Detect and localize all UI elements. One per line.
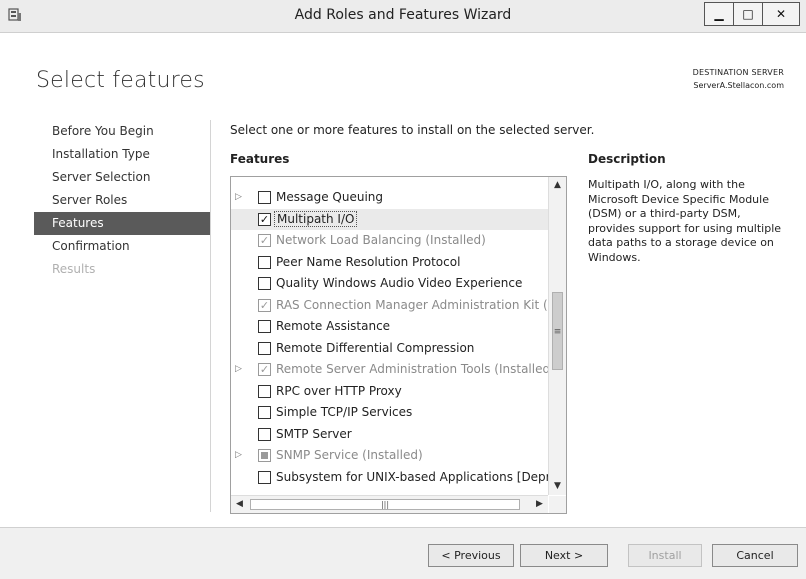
feature-row[interactable]: Subsystem for UNIX-based Applications [D… (231, 467, 548, 489)
features-list[interactable]: ▷ Message Queuing ✓ Multipath I/O ✓ Network L… (230, 176, 567, 514)
title-bar: Add Roles and Features Wizard ▁ □ ✕ (0, 0, 806, 33)
vertical-scrollbar[interactable]: ▲ ≡ ▼ (548, 177, 566, 495)
feature-row[interactable]: Quality Windows Audio Video Experience (231, 273, 548, 295)
feature-row[interactable]: SMTP Server (231, 424, 548, 446)
vertical-scroll-thumb[interactable]: ≡ (552, 292, 563, 370)
feature-label: Network Load Balancing (Installed) (276, 233, 486, 247)
feature-row[interactable]: Remote Assistance (231, 316, 548, 338)
feature-row[interactable]: ▷ SNMP Service (Installed) (231, 445, 548, 467)
window-title: Add Roles and Features Wizard (294, 7, 512, 23)
expand-arrow-icon[interactable]: ▷ (235, 450, 244, 460)
nav-step-server-selection[interactable]: Server Selection (34, 166, 210, 189)
feature-checkbox[interactable]: ✓ (258, 363, 271, 376)
feature-checkbox[interactable] (258, 427, 271, 441)
feature-row[interactable]: ✓ Multipath I/O (231, 208, 548, 230)
feature-row[interactable]: ▷ ✓ Remote Server Administration Tools (In… (231, 359, 548, 381)
destination-label: DESTINATION SERVER (692, 68, 784, 77)
feature-label: Remote Differential Compression (276, 340, 475, 355)
feature-label: Remote Server Administration Tools (Inst… (276, 362, 548, 376)
feature-label: SNMP Service (Installed) (276, 448, 423, 462)
feature-label: Remote Assistance (276, 319, 391, 333)
cancel-button[interactable]: Cancel (712, 544, 798, 567)
scroll-up-icon[interactable]: ▲ (549, 177, 566, 194)
horizontal-scrollbar[interactable]: ◀ ||| ▶ (231, 495, 548, 513)
install-button[interactable]: Install (628, 544, 702, 567)
nav-step-features[interactable]: Features (34, 212, 210, 235)
feature-label: Subsystem for UNIX-based Applications [D… (276, 469, 548, 484)
description-text: Multipath I/O, along with the Microsoft … (588, 178, 782, 264)
nav-step-installation-type[interactable]: Installation Type (34, 143, 210, 166)
feature-checkbox[interactable]: ✓ (258, 234, 271, 247)
nav-step-server-roles[interactable]: Server Roles (34, 189, 210, 212)
nav-step-confirmation[interactable]: Confirmation (34, 235, 210, 258)
instruction-text: Select one or more features to install o… (230, 123, 595, 137)
feature-label: RAS Connection Manager Administration Ki… (276, 297, 548, 312)
feature-checkbox[interactable]: ✓ (258, 298, 271, 312)
feature-checkbox[interactable] (258, 449, 271, 462)
destination-server-name: ServerA.Stellacon.com (693, 81, 784, 90)
feature-label: Quality Windows Audio Video Experience (276, 276, 523, 290)
feature-checkbox[interactable] (258, 341, 271, 355)
features-heading: Features (230, 152, 290, 166)
feature-checkbox[interactable] (258, 320, 271, 333)
maximize-icon[interactable]: □ (734, 2, 763, 26)
close-icon[interactable]: ✕ (763, 2, 800, 26)
feature-checkbox[interactable] (258, 191, 271, 204)
feature-checkbox[interactable] (258, 277, 271, 290)
feature-checkbox[interactable] (258, 406, 271, 419)
feature-checkbox[interactable] (258, 470, 271, 484)
description-heading: Description (588, 152, 666, 166)
page-title: Select features (36, 68, 205, 93)
feature-row[interactable]: RPC over HTTP Proxy (231, 381, 548, 403)
nav-step-results: Results (52, 262, 96, 276)
features-rows: ▷ Message Queuing ✓ Multipath I/O ✓ Network L… (231, 187, 548, 488)
scroll-left-icon[interactable]: ◀ (231, 496, 248, 513)
expand-arrow-icon[interactable]: ▷ (235, 192, 244, 202)
horizontal-scroll-thumb[interactable]: ||| (250, 499, 520, 510)
feature-row[interactable]: Simple TCP/IP Services (231, 402, 548, 424)
feature-checkbox[interactable] (258, 255, 271, 269)
nav-divider (210, 120, 211, 512)
feature-row[interactable]: ▷ Message Queuing (231, 187, 548, 209)
next-button[interactable]: Next > (520, 544, 608, 567)
expand-arrow-icon[interactable]: ▷ (235, 364, 244, 374)
wizard-footer: < Previous Next > Install Cancel (0, 527, 806, 579)
destination-server-info: DESTINATION SERVER ServerA.Stellacon.com (693, 66, 784, 92)
previous-button[interactable]: < Previous (428, 544, 514, 567)
feature-label: Multipath I/O (274, 210, 358, 227)
feature-row[interactable]: Peer Name Resolution Protocol (231, 252, 548, 274)
nav-step-before-you-begin[interactable]: Before You Begin (34, 120, 210, 143)
feature-label: Simple TCP/IP Services (276, 405, 413, 419)
window-controls: ▁ □ ✕ (704, 2, 800, 26)
scroll-corner (549, 496, 566, 513)
feature-row[interactable]: ✓ RAS Connection Manager Administration K… (231, 295, 548, 317)
scroll-down-icon[interactable]: ▼ (549, 478, 566, 495)
minimize-icon[interactable]: ▁ (704, 2, 734, 26)
feature-checkbox[interactable] (258, 384, 271, 398)
feature-row[interactable]: ✓ Network Load Balancing (Installed) (231, 230, 548, 252)
scroll-right-icon[interactable]: ▶ (531, 496, 548, 513)
feature-label: Peer Name Resolution Protocol (276, 254, 461, 269)
feature-label: Message Queuing (276, 190, 384, 204)
feature-label: SMTP Server (276, 426, 352, 441)
feature-label: RPC over HTTP Proxy (276, 383, 402, 398)
feature-checkbox[interactable]: ✓ (258, 212, 271, 226)
wizard-steps-nav: Before You Begin Installation Type Server … (34, 120, 210, 281)
feature-row[interactable]: Remote Differential Compression (231, 338, 548, 360)
